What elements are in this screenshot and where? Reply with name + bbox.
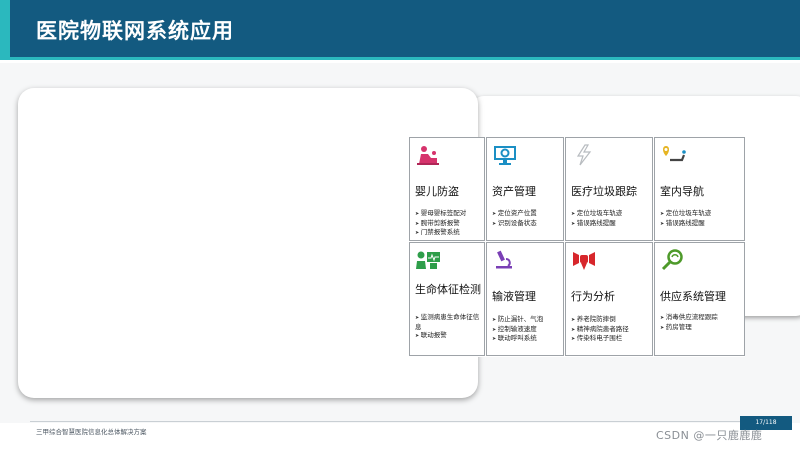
tile-infusion-management[interactable]: 输液管理 防止漏针、气泡 控制输液速度 联动呼叫系统	[486, 242, 564, 356]
tile-name: 室内导航	[660, 185, 704, 198]
tile-list: 防止漏针、气泡 控制输液速度 联动呼叫系统	[492, 315, 544, 344]
list-item: 养老院防摔倒	[571, 315, 629, 325]
tile-name: 行为分析	[571, 290, 615, 303]
header-accent	[0, 0, 10, 60]
behavior-icon	[573, 252, 595, 270]
baby-care-icon	[417, 146, 439, 165]
tile-list: 监测病患生命体征信息 联动报警	[415, 313, 481, 341]
list-item: 错误路线提醒	[571, 219, 622, 229]
tile-supply-system[interactable]: 供应系统管理 消毒供应流程跟踪 药房管理	[654, 242, 745, 356]
list-item: 婴母婴标签配对	[415, 209, 467, 219]
microscope-icon	[496, 250, 512, 269]
tile-name: 生命体征检测	[415, 283, 481, 296]
feature-grid: 婴儿防盗 婴母婴标签配对 腕带剪断报警 门禁报警系统 资产管理 定位资产位置 识…	[409, 137, 745, 357]
list-item: 错误路线提醒	[660, 219, 711, 229]
tile-list: 婴母婴标签配对 腕带剪断报警 门禁报警系统	[415, 209, 467, 238]
list-item: 监测病患生命体征信息	[415, 313, 481, 331]
header-bar: 医院物联网系统应用	[0, 0, 800, 60]
list-item: 药房管理	[660, 323, 718, 333]
tile-list: 定位资产位置 识别设备状态	[492, 209, 537, 228]
tile-list: 定位垃圾车轨迹 错误路线提醒	[571, 209, 623, 229]
list-item: 门禁报警系统	[415, 228, 466, 238]
list-item: 联动报警	[415, 331, 481, 341]
list-item: 定位垃圾车轨迹	[660, 209, 712, 219]
tile-list: 定位垃圾车轨迹 错误路线提醒	[660, 209, 712, 229]
vital-monitor-icon	[416, 251, 440, 269]
tile-medical-waste-tracking[interactable]: 医疗垃圾跟踪 定位垃圾车轨迹 错误路线提醒	[565, 137, 653, 241]
tile-list: 消毒供应流程跟踪 药房管理	[660, 313, 718, 332]
tile-name: 供应系统管理	[660, 290, 726, 303]
tile-vital-signs[interactable]: 生命体征检测 监测病患生命体征信息 联动报警	[409, 242, 485, 356]
list-item: 精神病院患者路径	[571, 325, 629, 335]
tile-indoor-navigation[interactable]: 室内导航 定位垃圾车轨迹 错误路线提醒	[654, 137, 745, 241]
footer-divider	[30, 421, 770, 422]
list-item: 消毒供应流程跟踪	[660, 313, 718, 323]
lightning-icon	[576, 144, 592, 166]
tile-name: 输液管理	[492, 290, 536, 303]
monitor-gear-icon	[494, 146, 516, 165]
tile-baby-antitheft[interactable]: 婴儿防盗 婴母婴标签配对 腕带剪断报警 门禁报警系统	[409, 137, 485, 241]
slide-title: 医院物联网系统应用	[36, 19, 234, 43]
magnifier-icon	[661, 249, 683, 271]
list-item: 联动呼叫系统	[492, 334, 543, 344]
tile-behavior-analysis[interactable]: 行为分析 养老院防摔倒 精神病院患者路径 传染科电子围栏	[565, 242, 653, 356]
tile-name: 医疗垃圾跟踪	[571, 185, 637, 198]
tile-asset-management[interactable]: 资产管理 定位资产位置 识别设备状态	[486, 137, 564, 241]
tile-name: 资产管理	[492, 185, 536, 198]
watermark: CSDN @一只鹿鹿鹿	[656, 429, 763, 442]
list-item: 腕带剪断报警	[415, 219, 466, 229]
list-item: 控制输液速度	[492, 325, 543, 335]
list-item: 防止漏针、气泡	[492, 315, 544, 325]
tile-list: 养老院防摔倒 精神病院患者路径 传染科电子围栏	[571, 315, 629, 344]
list-item: 识别设备状态	[492, 219, 537, 229]
list-item: 传染科电子围栏	[571, 334, 629, 344]
footer-text: 三甲综合智慧医院信息化总体解决方案	[36, 428, 147, 436]
tile-name: 婴儿防盗	[415, 185, 459, 198]
navigation-pin-icon	[663, 146, 686, 162]
list-item: 定位垃圾车轨迹	[571, 209, 623, 219]
list-item: 定位资产位置	[492, 209, 537, 219]
